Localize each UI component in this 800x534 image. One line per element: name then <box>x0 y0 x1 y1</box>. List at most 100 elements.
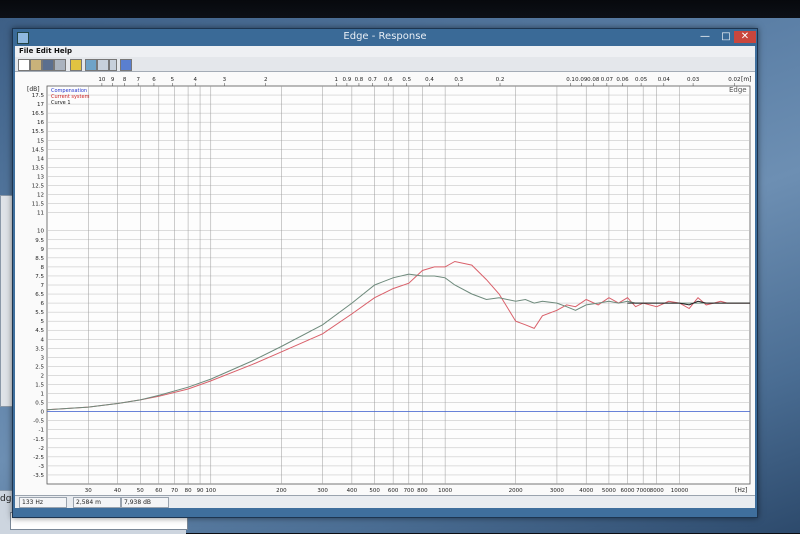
y-tick-label: -0.5 <box>33 419 44 425</box>
top-tick-label: 1 <box>334 77 338 83</box>
top-tick-label: 0.09 <box>575 77 588 83</box>
y-tick-label: 14 <box>37 156 44 162</box>
y-tick-label: 8 <box>41 265 45 271</box>
y-tick-label: 15.5 <box>32 129 45 135</box>
x-tick-label: 300 <box>317 488 328 494</box>
x-tick-label: 200 <box>276 488 287 494</box>
y-tick-label: 8.5 <box>35 256 44 262</box>
top-axis-unit: [m] <box>741 76 752 83</box>
top-tick-label: 0.7 <box>368 77 377 83</box>
new-file-icon[interactable] <box>18 59 30 71</box>
y-tick-label: -1.5 <box>33 437 44 443</box>
y-tick-label: 17.5 <box>32 93 45 99</box>
x-tick-label: 60 <box>155 488 162 494</box>
top-tick-label: 8 <box>123 77 127 83</box>
x-tick-label: 70 <box>171 488 178 494</box>
y-tick-label: 3.5 <box>35 346 44 352</box>
x-tick-label: 3000 <box>550 488 564 494</box>
y-tick-label: 7.5 <box>35 274 44 280</box>
title-bar[interactable]: Edge - Response — □ ✕ <box>13 29 757 46</box>
top-tick-label: 0.6 <box>384 77 393 83</box>
x-tick-label: 4000 <box>579 488 593 494</box>
top-tick-label: 0.06 <box>616 77 629 83</box>
y-tick-label: 14.5 <box>32 147 45 153</box>
y-tick-label: 9.5 <box>35 238 44 244</box>
legend-item: Curve 1 <box>51 100 71 106</box>
y-tick-label: 2.5 <box>35 364 44 370</box>
close-button[interactable]: ✕ <box>734 31 756 43</box>
top-tick-label: 0.4 <box>425 77 434 83</box>
y-tick-label: 12 <box>37 193 44 199</box>
top-tick-labels: 10 9 8 7 6 5 4 3 2 1 0.9 0.8 0.7 0.6 0.5 0.4 0.3 0.2 0.1 0.… <box>98 77 740 86</box>
delete-icon[interactable] <box>97 59 109 71</box>
x-tick-label: 800 <box>417 488 428 494</box>
top-tick-label: 0.9 <box>343 77 352 83</box>
window-title: Edge - Response <box>343 31 427 42</box>
top-tick-label: 0.02 <box>728 77 740 83</box>
y-tick-label: 10 <box>37 229 44 235</box>
x-tick-label: 100 <box>206 488 217 494</box>
y-tick-label: 11.5 <box>32 202 45 208</box>
y-tick-label: 4 <box>41 337 45 343</box>
x-tick-label: 30 <box>85 488 92 494</box>
y-tick-label: 3 <box>41 355 45 361</box>
y-tick-label: -3.5 <box>33 473 44 479</box>
top-tick-label: 0.03 <box>687 77 700 83</box>
menu-bar: File Edit Help <box>15 46 755 57</box>
top-tick-label: 0.08 <box>587 77 600 83</box>
x-tick-label: 5000 <box>602 488 616 494</box>
x-tick-label: 6000 <box>620 488 634 494</box>
x-tick-label: 7000 <box>636 488 650 494</box>
save-icon[interactable] <box>42 59 54 71</box>
top-tick-label: 0.3 <box>454 77 463 83</box>
y-tick-label: 2 <box>41 373 45 379</box>
edge-watermark: Edge <box>729 86 747 94</box>
top-tick-label: 0.1 <box>566 77 575 83</box>
toolbar <box>15 57 755 72</box>
top-tick-label: 4 <box>193 77 197 83</box>
top-tick-label: 0.04 <box>658 77 671 83</box>
y-tick-label: 1.5 <box>35 383 44 389</box>
chart-grid <box>46 85 751 485</box>
y-tick-label: -3 <box>39 464 45 470</box>
pin-icon[interactable] <box>120 59 132 71</box>
top-tick-label: 5 <box>171 77 175 83</box>
top-tick-label: 0.2 <box>496 77 505 83</box>
y-tick-label: -2 <box>39 446 44 452</box>
x-tick-labels: 30 40 50 60 70 80 90 100 200 300 400 500 600 700 800 10… <box>85 488 689 494</box>
open-folder-icon[interactable] <box>30 59 42 71</box>
x-axis-unit: [Hz] <box>735 487 747 494</box>
move-icon[interactable] <box>85 59 97 71</box>
x-tick-label: 400 <box>347 488 358 494</box>
y-tick-label: 7 <box>41 283 45 289</box>
response-plot[interactable]: -3.5 -3 -2.5 -2 -1.5 -1 -0.5 0 0.5 1 1.5 2 2.5 3 3.5 4 4… <box>15 72 755 495</box>
x-tick-label: 500 <box>369 488 380 494</box>
y-tick-label: -1 <box>39 428 44 434</box>
y-tick-label: 16 <box>37 120 44 126</box>
menu-help[interactable]: Help <box>54 46 72 57</box>
top-tick-label: 6 <box>152 77 156 83</box>
y-tick-label: -2.5 <box>33 455 44 461</box>
y-tick-label: 1 <box>41 392 45 398</box>
y-axis-unit: [dB] <box>27 86 40 93</box>
status-frequency: 133 Hz <box>19 497 67 508</box>
top-tick-label: 0.07 <box>601 77 614 83</box>
pencil-icon[interactable] <box>70 59 82 71</box>
top-tick-label: 0.5 <box>402 77 411 83</box>
y-tick-label: 13.5 <box>32 165 45 171</box>
y-tick-label: 4.5 <box>35 328 44 334</box>
y-tick-label: 12.5 <box>32 184 45 190</box>
top-tick-label: 7 <box>136 77 140 83</box>
print-icon[interactable] <box>54 59 66 71</box>
y-tick-label: 0.5 <box>35 401 44 407</box>
menu-file[interactable]: File <box>19 46 33 57</box>
menu-edit[interactable]: Edit <box>36 46 52 57</box>
dropdown-icon[interactable] <box>109 59 117 71</box>
y-tick-label: 17 <box>37 102 44 108</box>
y-tick-label: 5.5 <box>35 310 44 316</box>
y-tick-label: 6.5 <box>35 292 44 298</box>
x-tick-label: 1000 <box>438 488 452 494</box>
x-tick-label: 700 <box>404 488 415 494</box>
top-tick-label: 2 <box>264 77 268 83</box>
response-chart[interactable]: -3.5-3-2.5-2-1.5-1-0.500.511.522.533.544… <box>15 72 755 495</box>
